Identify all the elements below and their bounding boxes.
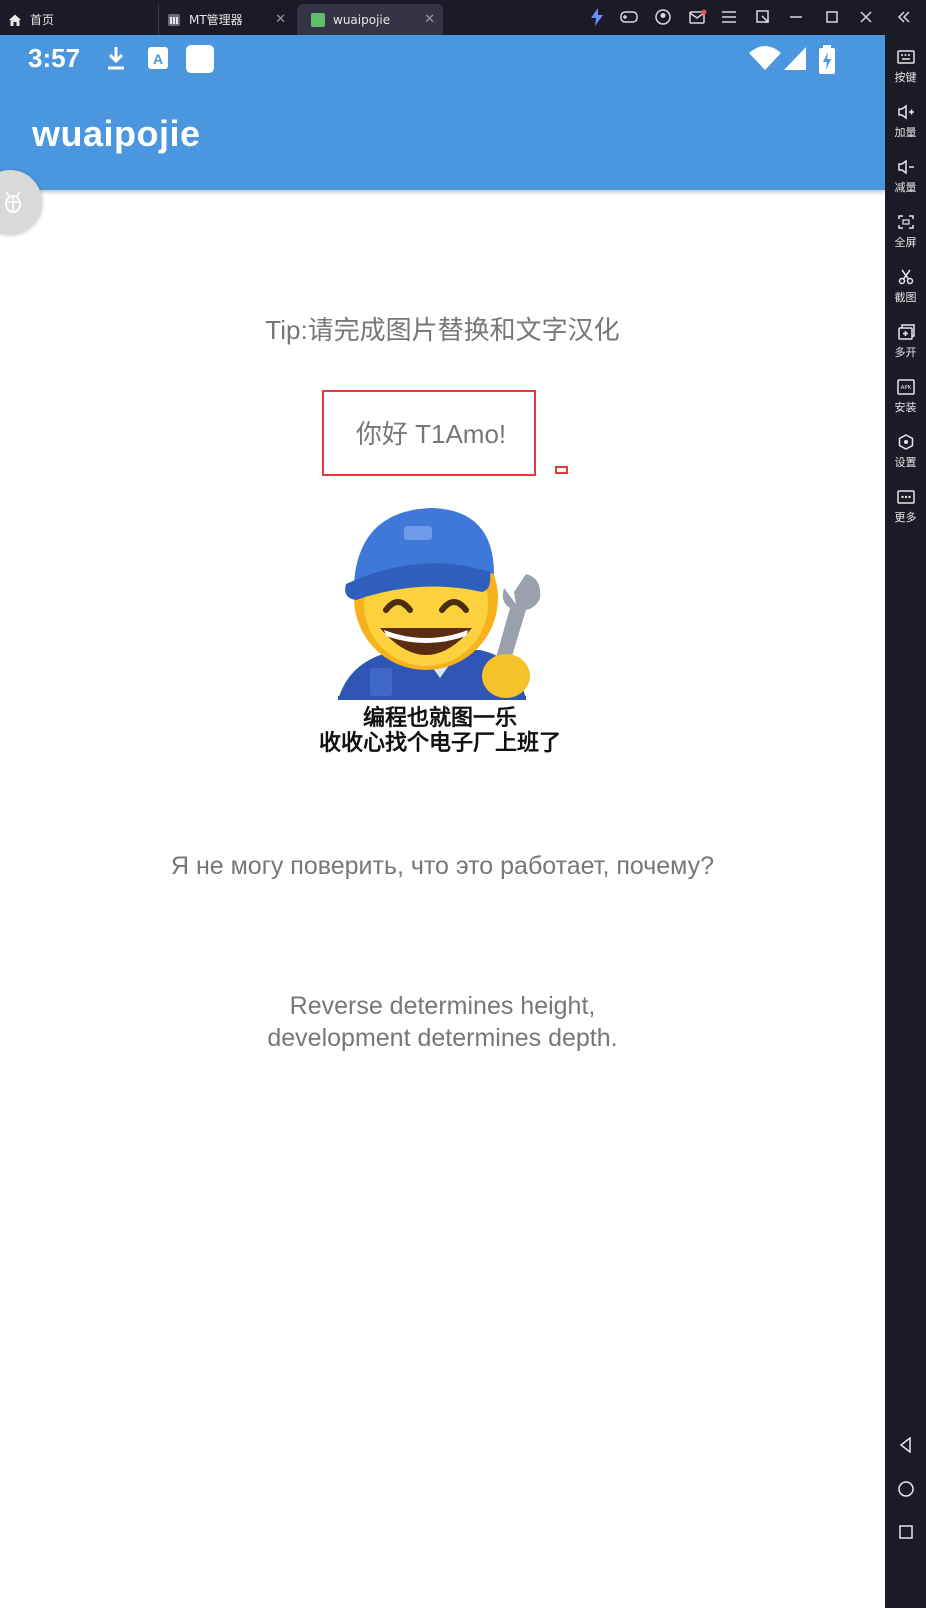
download-icon (106, 45, 126, 75)
tab-wuaipojie[interactable]: wuaipojie ✕ (297, 4, 443, 35)
svg-text:A: A (153, 51, 163, 67)
greeting-highlight-box: 你好 T1Amo! (322, 390, 536, 476)
gamepad-icon[interactable] (620, 7, 638, 27)
settings-icon (898, 434, 913, 450)
selection-marker (555, 466, 568, 474)
more-icon (896, 490, 915, 504)
emulator-side-toolbar: 按键 加量 减量 全屏 截图 多开 APK 安装 设置 更多 (885, 35, 926, 1608)
sidebar-item-label: 按键 (894, 71, 917, 84)
wifi-icon (748, 45, 782, 75)
sidebar-item-label: 全屏 (894, 236, 917, 249)
volume-down-icon (897, 159, 914, 175)
close-icon[interactable]: ✕ (424, 12, 435, 27)
notification-square-icon (185, 45, 215, 79)
font-app-icon: A (147, 45, 169, 75)
home-icon (8, 13, 22, 27)
apk-install-icon: APK (896, 379, 915, 395)
tab-mt-manager-label: MT管理器 (189, 13, 243, 27)
collapse-sidebar-icon[interactable] (897, 7, 911, 27)
phone-screen: 3:57 A wuaipojie Tip:请完成图片替换和文字汉化 你好 T1A… (0, 35, 885, 1608)
sidebar-item-volume-up[interactable]: 加量 (885, 104, 926, 140)
sidebar-item-label: 加量 (894, 126, 917, 139)
home-nav-icon[interactable] (898, 1481, 914, 1497)
restore-window-icon[interactable] (756, 7, 770, 27)
sidebar-item-keys[interactable]: 按键 (885, 49, 926, 85)
sidebar-item-label: 安装 (894, 401, 917, 414)
meme-caption-line2: 收收心找个电子厂上班了 (318, 731, 561, 756)
app-bar: wuaipojie (0, 83, 885, 190)
tab-home[interactable]: 首页 (8, 4, 148, 35)
reverse-quote-line2: development determines depth. (267, 1024, 618, 1052)
sidebar-item-label: 减量 (894, 181, 917, 194)
account-icon[interactable] (655, 7, 671, 27)
back-nav-icon[interactable] (898, 1436, 914, 1454)
emulator-tab-bar: 首页 MT管理器 ✕ wuaipojie ✕ (0, 0, 926, 35)
russian-text: Я не могу поверить, что это работает, по… (170, 852, 715, 880)
sidebar-item-multi-instance[interactable]: 多开 (885, 324, 926, 360)
sidebar-item-label: 更多 (894, 511, 917, 524)
reverse-quote: Reverse determines height, development d… (0, 990, 885, 1054)
keyboard-icon (896, 50, 915, 64)
cell-signal-icon (783, 45, 807, 75)
close-window-icon[interactable] (860, 7, 872, 27)
scissors-icon (898, 269, 913, 285)
multi-instance-icon (897, 324, 915, 340)
menu-icon[interactable] (722, 7, 736, 27)
tip-text: Tip:请完成图片替换和文字汉化 (265, 315, 620, 345)
sidebar-item-screenshot[interactable]: 截图 (885, 269, 926, 305)
reverse-quote-line1: Reverse determines height, (289, 992, 596, 1020)
sidebar-item-label: 设置 (894, 456, 917, 469)
maximize-icon[interactable] (826, 7, 838, 27)
android-app-icon (311, 12, 325, 27)
status-bar: 3:57 A (0, 35, 885, 83)
recents-nav-icon[interactable] (898, 1524, 914, 1540)
sidebar-item-install-apk[interactable]: APK 安装 (885, 379, 926, 415)
status-time: 3:57 (28, 43, 81, 73)
battery-charging-icon (817, 45, 837, 79)
sidebar-item-more[interactable]: 更多 (885, 489, 926, 525)
volume-up-icon (897, 104, 914, 120)
minimize-icon[interactable] (790, 7, 802, 27)
svg-text:APK: APK (900, 385, 911, 391)
app-title: wuaipojie (32, 113, 201, 154)
tab-home-label: 首页 (30, 13, 55, 27)
sidebar-item-label: 截图 (894, 291, 917, 304)
fullscreen-icon (897, 215, 914, 229)
mail-icon[interactable] (689, 7, 707, 27)
lightning-icon[interactable] (590, 7, 604, 27)
sidebar-item-label: 多开 (894, 346, 917, 359)
tab-mt-manager[interactable]: MT管理器 ✕ (158, 4, 294, 35)
sidebar-item-settings[interactable]: 设置 (885, 434, 926, 470)
bug-icon (5, 191, 21, 213)
mt-manager-app-icon (167, 13, 181, 27)
greeting-text: 你好 T1Amo! (355, 419, 507, 449)
sidebar-item-fullscreen[interactable]: 全屏 (885, 214, 926, 250)
close-icon[interactable]: ✕ (275, 12, 286, 27)
tab-wuaipojie-label: wuaipojie (333, 12, 391, 27)
meme-image: 编程也就图一乐 收收心找个电子厂上班了 (310, 500, 570, 770)
sidebar-item-volume-down[interactable]: 减量 (885, 159, 926, 195)
